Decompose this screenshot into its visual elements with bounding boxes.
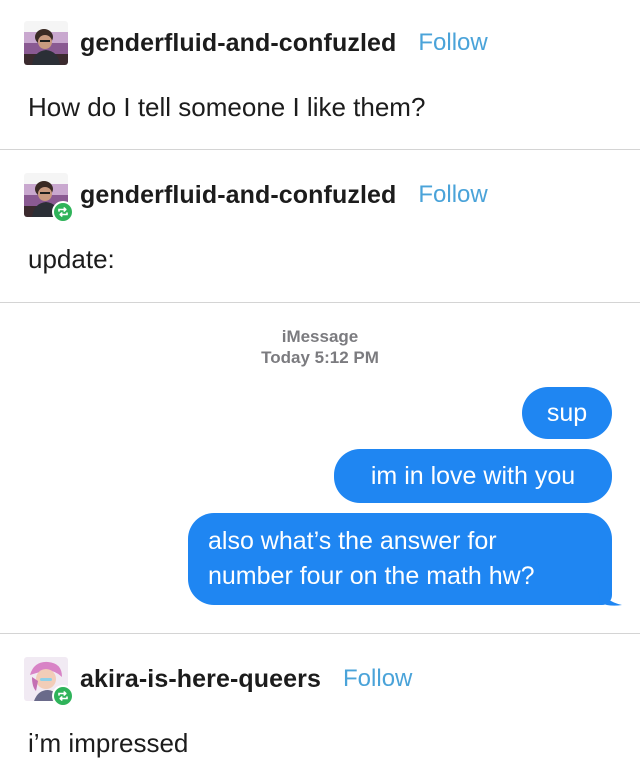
post-body-text: update: bbox=[28, 244, 115, 274]
follow-button[interactable]: Follow bbox=[343, 665, 412, 693]
message-text: sup bbox=[546, 399, 588, 427]
post-body-text: How do I tell someone I like them? bbox=[28, 92, 426, 122]
post-header: akira-is-here-queers Follow bbox=[24, 657, 412, 707]
follow-button[interactable]: Follow bbox=[418, 181, 487, 209]
imessage-timestamp: Today 5:12 PM bbox=[261, 348, 379, 367]
avatar[interactable] bbox=[24, 657, 74, 707]
post-header: genderfluid-and-confuzled Follow bbox=[24, 21, 488, 65]
reblog-icon bbox=[52, 201, 74, 223]
post-body-text: i’m impressed bbox=[28, 728, 189, 758]
avatar[interactable] bbox=[24, 173, 74, 223]
username-link[interactable]: akira-is-here-queers bbox=[80, 665, 321, 694]
imessage-screenshot: iMessage Today 5:12 PM sup im in love wi… bbox=[0, 303, 640, 633]
imessage-service-label: iMessage bbox=[281, 327, 359, 346]
message-text: im in love with you bbox=[370, 462, 576, 490]
message-tail bbox=[598, 587, 622, 606]
post-header: genderfluid-and-confuzled Follow bbox=[24, 173, 488, 223]
message-bubble: also what’s the answer for number four o… bbox=[188, 513, 612, 605]
message-text-line: also what’s the answer for bbox=[208, 527, 497, 555]
post-reblog: genderfluid-and-confuzled Follow update: bbox=[0, 150, 640, 302]
avatar-image bbox=[24, 21, 68, 65]
username-link[interactable]: genderfluid-and-confuzled bbox=[80, 29, 396, 58]
username-link[interactable]: genderfluid-and-confuzled bbox=[80, 181, 396, 210]
reblog-icon bbox=[52, 685, 74, 707]
follow-button[interactable]: Follow bbox=[418, 29, 487, 57]
message-bubble: im in love with you bbox=[334, 449, 612, 503]
message-text-line: number four on the math hw? bbox=[208, 562, 535, 590]
message-bubble: sup bbox=[522, 387, 612, 439]
post-reblog-comment: akira-is-here-queers Follow i’m impresse… bbox=[0, 634, 640, 784]
avatar[interactable] bbox=[24, 21, 68, 65]
post-original: genderfluid-and-confuzled Follow How do … bbox=[0, 0, 640, 150]
